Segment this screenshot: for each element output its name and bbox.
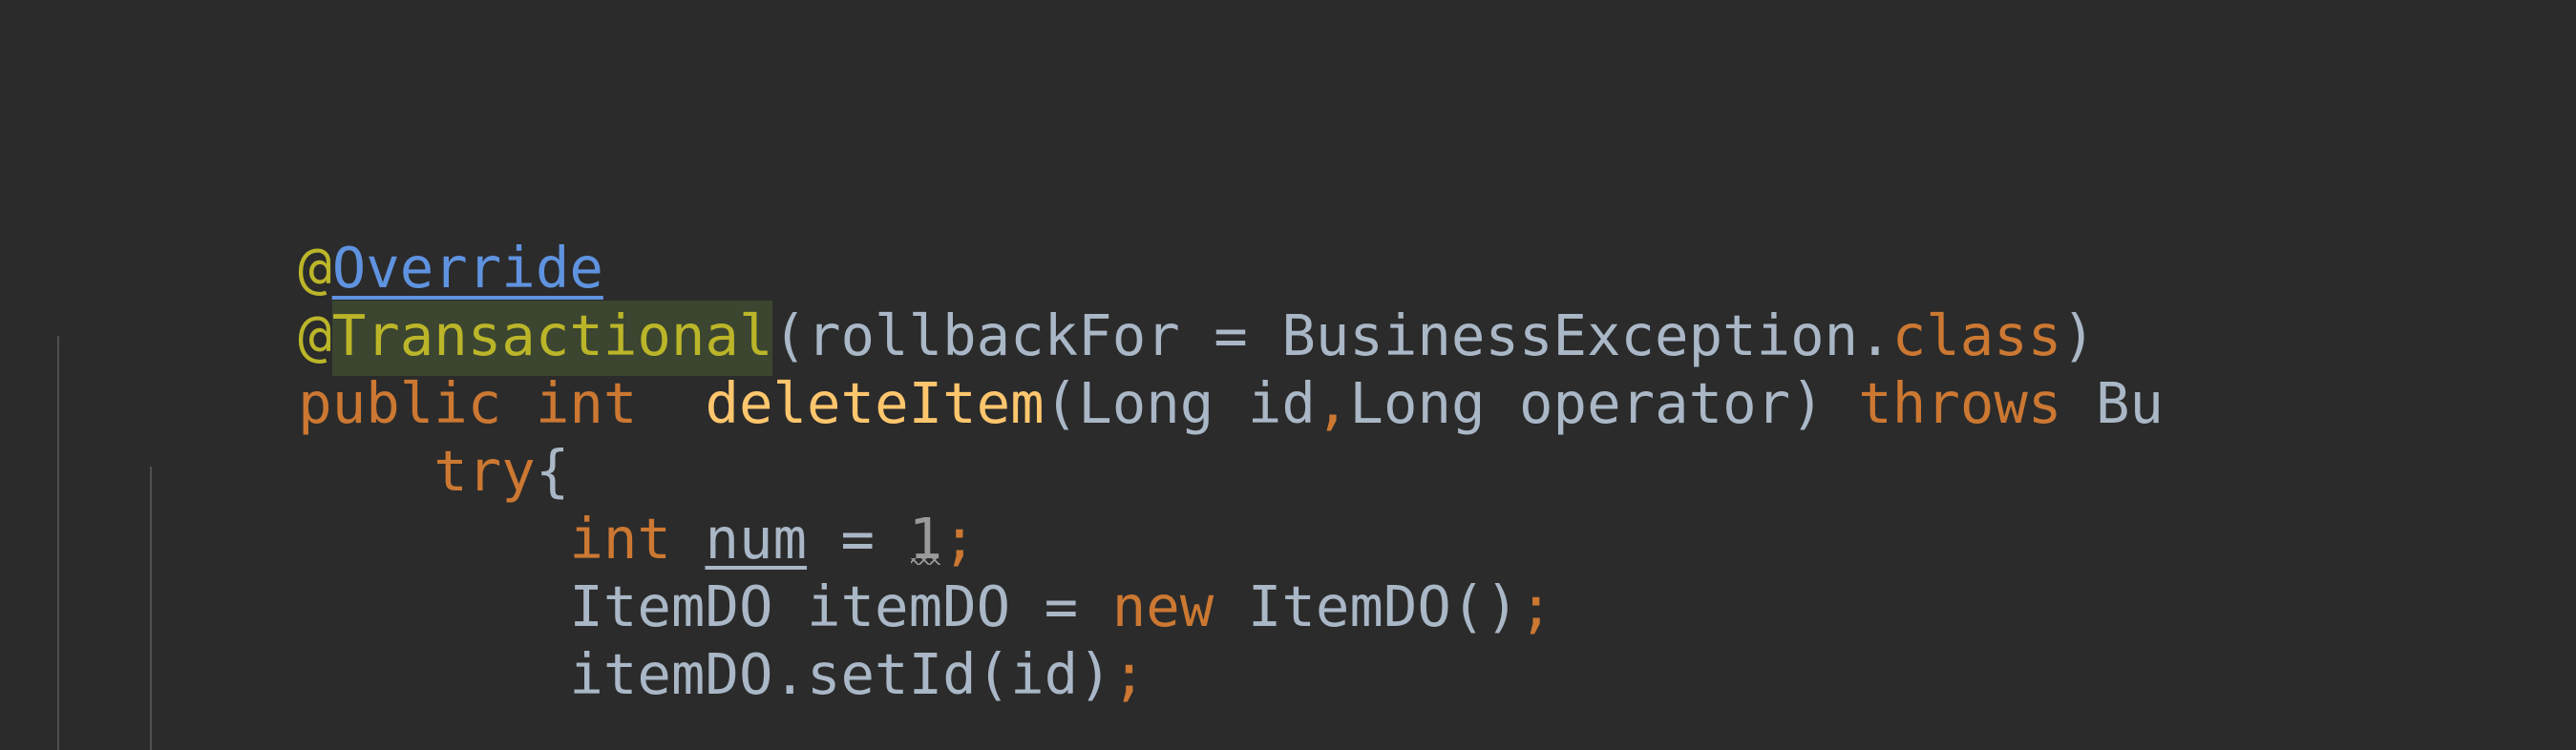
code-line-setid[interactable]: itemDO.setId(id); [0, 437, 2576, 707]
argument-id: (id) [976, 641, 1112, 707]
code-line-override[interactable]: @Override [0, 31, 2576, 301]
method-call-setid[interactable]: setId [807, 641, 977, 707]
dot-operator: . [772, 641, 808, 707]
code-editor-surface[interactable]: @Override @Transactional(rollbackFor = B… [0, 0, 2576, 750]
code-content[interactable]: @Override @Transactional(rollbackFor = B… [0, 0, 2576, 750]
code-line-transactional[interactable]: @Transactional(rollbackFor = BusinessExc… [0, 98, 2576, 376]
code-line-new-itemdo[interactable]: ItemDO itemDO = new ItemDO(); [0, 369, 2576, 639]
variable-itemdo: itemDO [569, 641, 773, 707]
code-line-int-num[interactable]: int num = 1; [0, 302, 2576, 572]
code-line-try[interactable]: try{ [0, 234, 2576, 504]
semicolon: ; [1111, 641, 1147, 707]
code-line-method-signature[interactable]: public int deleteItem(Long id,Long opera… [0, 166, 2576, 436]
code-line-spacer [0, 0, 2576, 31]
